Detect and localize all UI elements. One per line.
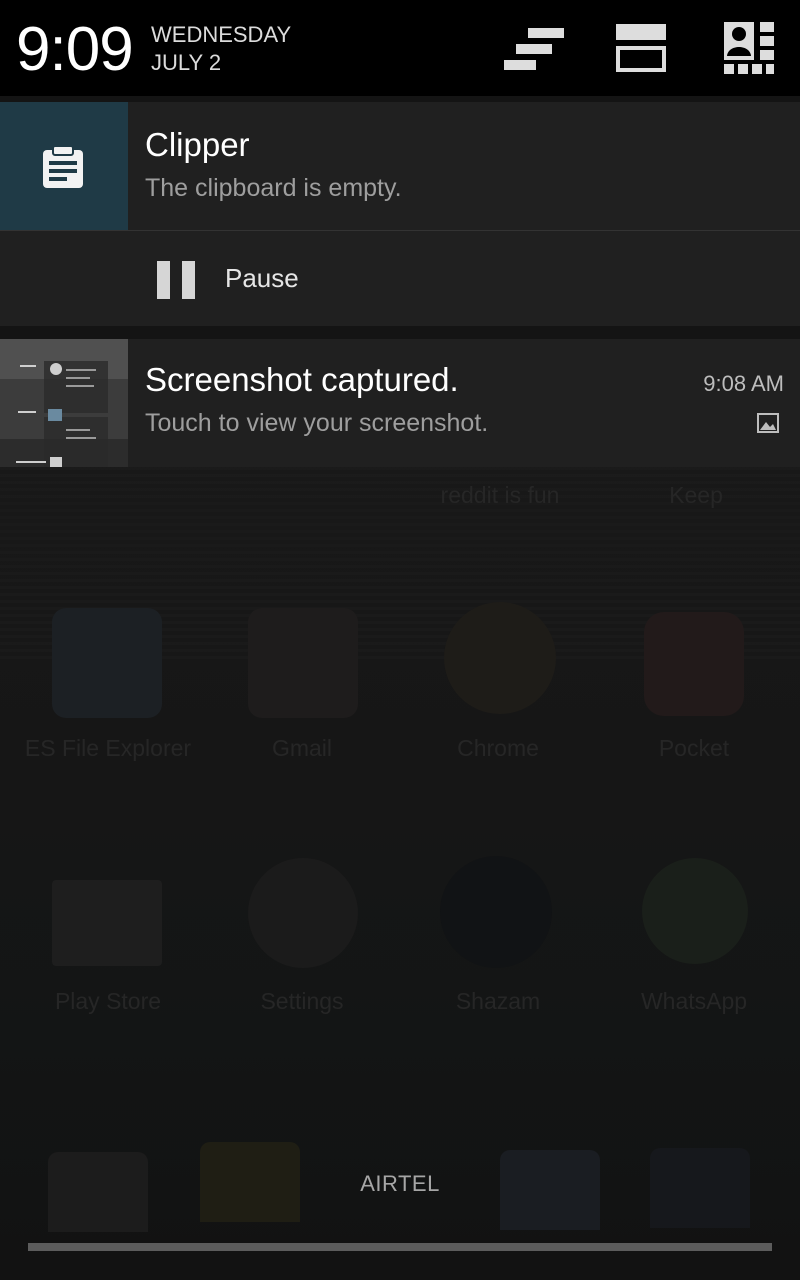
pause-button[interactable]: Pause xyxy=(140,231,380,326)
quick-settings-button[interactable] xyxy=(612,20,676,78)
date-label: JULY 2 xyxy=(151,50,222,75)
date-block: WEDNESDAY JULY 2 xyxy=(151,21,291,77)
shade-drag-handle[interactable] xyxy=(28,1243,772,1251)
quick-settings-icon xyxy=(616,24,666,72)
clipper-text: The clipboard is empty. xyxy=(145,174,402,202)
clipper-icon-box xyxy=(0,102,128,230)
clipper-actions: Pause xyxy=(0,231,800,326)
app-label-reddit: reddit is fun xyxy=(440,482,560,508)
play-store-icon xyxy=(52,880,162,966)
shazam-icon xyxy=(440,856,552,968)
clear-notifications-button[interactable] xyxy=(502,20,566,78)
screenshot-notification[interactable]: Screenshot captured. Touch to view your … xyxy=(0,339,800,467)
app-label-settings: Settings xyxy=(260,988,344,1014)
settings-icon xyxy=(248,858,358,968)
clock: 9:09 xyxy=(16,15,134,84)
app-label-gmail: Gmail xyxy=(271,735,333,761)
user-profile-button[interactable] xyxy=(720,20,780,78)
carrier-label: AIRTEL xyxy=(360,1171,440,1196)
status-header: 9:09 WEDNESDAY JULY 2 xyxy=(0,0,800,96)
app-label-play-store: Play Store xyxy=(54,988,162,1014)
chrome-icon xyxy=(444,602,556,714)
app-label-shazam: Shazam xyxy=(455,988,541,1014)
clipper-title: Clipper xyxy=(145,126,250,163)
app-label-whatsapp: WhatsApp xyxy=(640,988,748,1014)
screenshot-title: Screenshot captured. xyxy=(145,361,459,398)
app-label-keep: Keep xyxy=(669,482,723,508)
clipper-notification[interactable]: Clipper The clipboard is empty. xyxy=(0,102,800,230)
app-label-es-file-explorer: ES File Explorer xyxy=(24,735,192,761)
pocket-icon xyxy=(644,612,744,716)
gmail-icon xyxy=(248,608,358,718)
whatsapp-icon xyxy=(642,858,748,964)
day-of-week: WEDNESDAY xyxy=(151,22,292,47)
app-label-chrome: Chrome xyxy=(457,735,539,761)
app-label-pocket: Pocket xyxy=(658,735,730,761)
screenshot-thumbnail-image xyxy=(0,339,128,467)
clear-notifications-icon xyxy=(504,28,564,70)
screenshot-thumbnail xyxy=(0,339,128,467)
notification-shade: reddit is fun Keep ES File Explorer Gmai… xyxy=(0,0,800,1280)
user-profile-icon xyxy=(724,22,774,74)
es-file-explorer-icon xyxy=(52,608,162,718)
pause-icon xyxy=(157,261,195,299)
image-icon xyxy=(757,413,779,433)
pause-label: Pause xyxy=(225,263,299,293)
clipboard-icon xyxy=(43,145,83,188)
screenshot-text: Touch to view your screenshot. xyxy=(145,409,489,437)
screenshot-time: 9:08 AM xyxy=(703,371,784,396)
